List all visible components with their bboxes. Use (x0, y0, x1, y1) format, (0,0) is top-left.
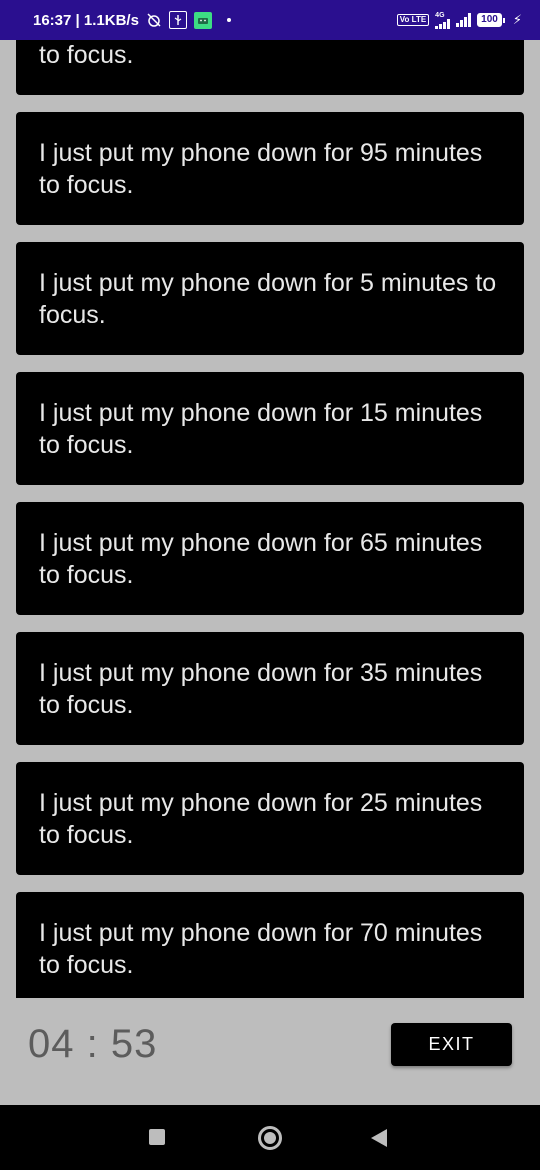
bottom-panel: 04 : 53 EXIT (0, 998, 540, 1105)
status-time: 16:37 | 1.1KB/s (33, 11, 139, 29)
message-list[interactable]: I just put my phone down for 40 minutes … (0, 40, 540, 998)
signal-4g-icon: 4G (435, 11, 451, 29)
message-text: I just put my phone down for 65 minutes … (39, 529, 483, 589)
status-left: 16:37 | 1.1KB/s (33, 11, 397, 29)
message-card[interactable]: I just put my phone down for 5 minutes t… (16, 242, 524, 355)
notification-dot-icon (226, 18, 231, 22)
message-text: I just put my phone down for 40 minutes … (39, 41, 134, 69)
signal-bars-icon (435, 18, 451, 29)
back-icon[interactable] (371, 1129, 387, 1147)
battery-icon: 100 (477, 13, 505, 27)
message-text: I just put my phone down for 95 minutes … (39, 139, 483, 199)
message-text: I just put my phone down for 15 minutes … (39, 399, 483, 459)
message-card[interactable]: I just put my phone down for 70 minutes … (16, 892, 524, 998)
message-text: I just put my phone down for 70 minutes … (39, 919, 483, 979)
android-icon (193, 11, 212, 29)
message-card[interactable]: I just put my phone down for 65 minutes … (16, 502, 524, 615)
status-bar: 16:37 | 1.1KB/s Vo LTE 4G 100 ⚡ (0, 0, 540, 40)
alarm-off-icon (146, 12, 162, 28)
status-right: Vo LTE 4G 100 ⚡ (396, 11, 522, 29)
recents-icon[interactable] (149, 1129, 165, 1145)
message-card[interactable]: I just put my phone down for 95 minutes … (16, 112, 524, 225)
signal-bars-2-icon (456, 13, 472, 27)
home-icon[interactable] (258, 1126, 282, 1150)
message-card[interactable]: I just put my phone down for 40 minutes … (16, 40, 524, 95)
message-text: I just put my phone down for 5 minutes t… (39, 269, 497, 329)
exit-button[interactable]: EXIT (391, 1023, 512, 1066)
message-text: I just put my phone down for 25 minutes … (39, 789, 483, 849)
focus-timer: 04 : 53 (28, 1022, 158, 1066)
message-card[interactable]: I just put my phone down for 35 minutes … (16, 632, 524, 745)
network-type-label: 4G (435, 11, 445, 19)
message-list-inner: I just put my phone down for 40 minutes … (16, 40, 524, 998)
navigation-bar (0, 1105, 540, 1170)
battery-tip (502, 17, 505, 23)
battery-level: 100 (477, 13, 502, 27)
message-card[interactable]: I just put my phone down for 15 minutes … (16, 372, 524, 485)
charging-bolt-icon: ⚡ (512, 12, 522, 27)
message-card[interactable]: I just put my phone down for 25 minutes … (16, 762, 524, 875)
volte-icon: Vo LTE (396, 14, 430, 26)
message-text: I just put my phone down for 35 minutes … (39, 659, 483, 719)
usb-icon (168, 11, 187, 29)
